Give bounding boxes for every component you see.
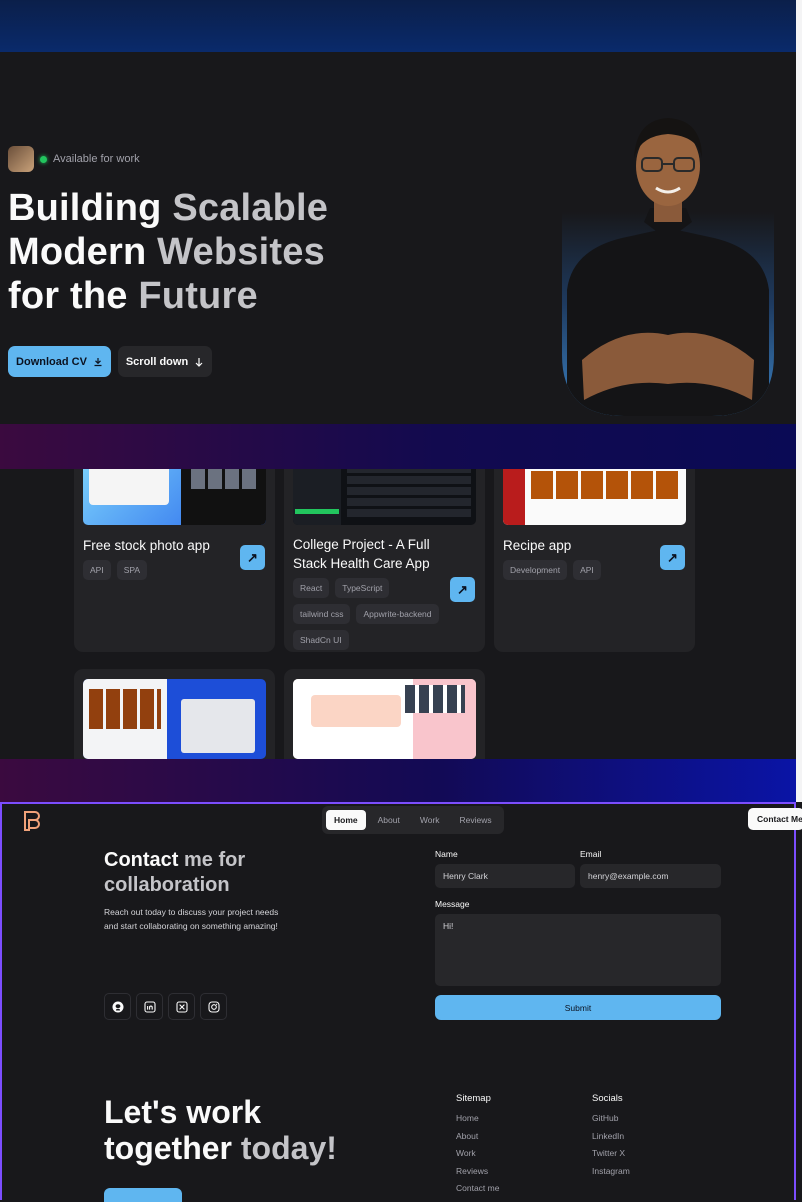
footer-cta-heading: Let's work together today! [104,1094,337,1166]
project-card[interactable] [74,669,275,759]
cta-part: Let's work [104,1094,261,1130]
headline-part: Scalable [172,187,329,229]
submit-button[interactable]: Submit [435,995,721,1020]
email-field[interactable]: henry@example.com [580,864,721,888]
gradient-divider [0,759,796,802]
project-tag: Appwrite-backend [356,604,439,624]
open-project-button[interactable]: ↗ [450,577,475,602]
navigation-bar: Home About Work Reviews [322,806,504,834]
page-edge [796,0,802,802]
project-thumbnail [83,679,266,759]
github-icon[interactable] [104,993,131,1020]
sitemap-link[interactable]: Home [456,1113,499,1123]
project-tag: TypeScript [335,578,390,598]
open-project-button[interactable]: ↗ [240,545,265,570]
project-tag: tailwind css [293,604,351,624]
contact-me-button[interactable]: Contact Me [748,808,802,830]
scroll-down-label: Scroll down [125,355,189,368]
cta-part: together [104,1130,232,1166]
top-gradient-band [0,0,796,52]
social-links [104,993,227,1020]
projects-section: Free stock photo app API SPA ↗ College Pr… [0,469,796,759]
status-dot-icon [40,155,47,163]
email-label: Email [580,849,602,859]
profile-portrait [562,118,774,416]
sitemap-link[interactable]: About [456,1131,499,1141]
headline-part: Modern [8,231,158,273]
socials-column: Socials GitHub LinkedIn Twitter X Instag… [592,1093,630,1183]
project-title: College Project - A Full Stack Health Ca… [293,537,430,571]
project-title: Recipe app [503,538,572,553]
nav-item-about[interactable]: About [370,810,408,830]
project-tag: ShadCn UI [293,630,349,650]
avatar [8,146,34,172]
socials-link[interactable]: GitHub [592,1113,630,1123]
project-tags: API SPA [83,560,153,586]
nav-item-work[interactable]: Work [412,810,448,830]
project-card[interactable]: Recipe app Development API ↗ [494,469,695,652]
socials-link[interactable]: Instagram [592,1166,630,1176]
contact-title: Contact me for collaboration [104,848,304,898]
project-card[interactable]: Free stock photo app API SPA ↗ [74,469,275,652]
socials-link[interactable]: LinkedIn [592,1131,630,1141]
project-card[interactable]: College Project - A Full Stack Health Ca… [284,469,485,652]
nav-item-home[interactable]: Home [326,810,366,830]
scroll-down-button[interactable]: Scroll down [118,346,212,377]
nav-item-reviews[interactable]: Reviews [452,810,500,830]
project-tags: Development API [503,560,607,586]
headline-part: for the [8,275,139,317]
headline-part: Future [138,275,258,317]
sitemap-link[interactable]: Reviews [456,1166,499,1176]
name-label: Name [435,849,458,859]
project-thumbnail [293,469,476,525]
message-field[interactable]: Hi! [435,914,721,986]
x-icon[interactable] [168,993,195,1020]
project-card[interactable] [284,669,485,759]
arrow-down-icon [195,357,203,367]
project-thumbnail [293,679,476,759]
instagram-icon[interactable] [200,993,227,1020]
socials-link[interactable]: Twitter X [592,1148,630,1158]
sitemap-link[interactable]: Work [456,1148,499,1158]
contact-title-part: Contact [104,849,179,871]
download-icon [94,357,102,366]
availability-badge: Available for work [8,146,140,172]
logo-icon [24,811,40,831]
project-thumbnail [503,469,686,525]
headline-part: Building [8,187,173,229]
project-tag: API [573,560,601,580]
sitemap-heading: Sitemap [456,1093,491,1104]
project-tag: Development [503,560,568,580]
message-label: Message [435,899,470,909]
sitemap-column: Sitemap Home About Work Reviews Contact … [456,1093,499,1201]
cta-part: today! [232,1130,337,1166]
contact-description: Reach out today to discuss your project … [104,907,279,931]
sitemap-link[interactable]: Contact me [456,1183,499,1193]
project-tag: React [293,578,330,598]
contact-footer: Home About Work Reviews Contact Me Conta… [0,802,802,1202]
project-tag: SPA [116,560,148,580]
project-tags: React TypeScript tailwind css Appwrite-back… [293,578,453,656]
linkedin-icon[interactable] [136,993,163,1020]
open-project-button[interactable]: ↗ [660,545,685,570]
name-field[interactable]: Henry Clark [435,864,575,888]
project-tag: API [83,560,111,580]
project-title: Free stock photo app [83,538,210,553]
hero-headline: Building Scalable Modern Websites for th… [8,186,328,318]
socials-heading: Socials [592,1093,623,1104]
download-cv-button[interactable]: Download CV [8,346,111,377]
availability-text: Available for work [53,153,140,165]
project-thumbnail [83,469,266,525]
gradient-divider [0,424,796,469]
headline-part: Websites [157,231,325,273]
download-cv-label: Download CV [16,355,87,368]
